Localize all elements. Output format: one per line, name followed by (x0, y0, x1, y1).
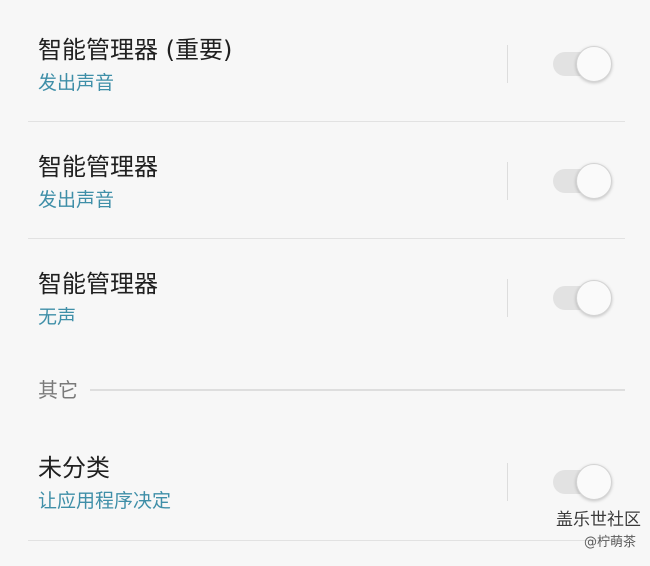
setting-subtitle: 发出声音 (38, 72, 115, 94)
setting-toggle-switch[interactable] (551, 279, 612, 317)
vertical-separator (507, 45, 508, 83)
toggle-thumb (576, 163, 612, 199)
setting-title: 未分类 (38, 454, 110, 482)
setting-subtitle: 无声 (38, 306, 77, 328)
setting-title: 智能管理器 (38, 270, 158, 298)
vertical-separator (507, 463, 508, 501)
setting-toggle-switch[interactable] (551, 45, 612, 83)
setting-subtitle: 发出声音 (38, 189, 115, 211)
setting-toggle-switch[interactable] (551, 463, 612, 501)
toggle-thumb (576, 464, 612, 500)
vertical-separator (507, 279, 508, 317)
row-divider (28, 121, 625, 122)
setting-title: 智能管理器 (重要) (38, 36, 233, 64)
toggle-thumb (576, 46, 612, 82)
toggle-thumb (576, 280, 612, 316)
section-header-line (90, 389, 625, 391)
setting-title: 智能管理器 (38, 153, 158, 181)
watermark-community: 盖乐世社区 (556, 510, 641, 530)
setting-toggle-switch[interactable] (551, 162, 612, 200)
watermark-author: @柠萌茶 (584, 535, 637, 550)
section-header-other: 其它 (38, 378, 78, 402)
row-divider (28, 238, 625, 239)
row-divider (28, 540, 625, 541)
vertical-separator (507, 162, 508, 200)
setting-subtitle: 让应用程序决定 (38, 490, 172, 512)
